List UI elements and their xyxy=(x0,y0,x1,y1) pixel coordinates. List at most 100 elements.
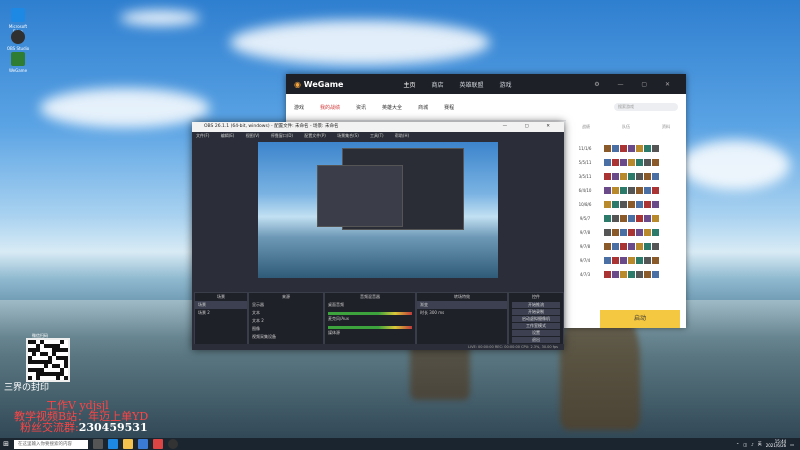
subnav-games[interactable]: 游戏 xyxy=(294,104,304,111)
item-icon xyxy=(620,229,627,236)
match-row[interactable]: 9/7/4 xyxy=(566,254,686,267)
match-row[interactable]: 5/5/11 xyxy=(566,156,686,169)
start-recording-button[interactable]: 开始录制 xyxy=(512,309,560,315)
input-language[interactable]: 英 xyxy=(758,441,762,447)
windows-start-icon[interactable]: ⊞ xyxy=(0,438,12,450)
header-team[interactable]: 队伍 xyxy=(622,124,630,130)
tab-games[interactable]: 游戏 xyxy=(500,80,512,89)
source-item[interactable]: 视频采集设备 xyxy=(249,333,323,341)
window-controls[interactable]: — ▢ ✕ xyxy=(503,122,558,132)
item-icon xyxy=(652,173,659,180)
tab-home[interactable]: 主页 xyxy=(403,80,415,89)
desktop-icon-wegame[interactable]: WeGame xyxy=(6,52,30,73)
obs-preview-canvas[interactable] xyxy=(258,142,498,278)
obs-taskbar-icon[interactable] xyxy=(168,439,178,449)
desktop-icon-label: WeGame xyxy=(8,68,28,73)
item-icon xyxy=(628,243,635,250)
subnav-mall[interactable]: 商城 xyxy=(418,104,428,111)
subnav-schedule[interactable]: 赛程 xyxy=(444,104,454,111)
network-icon[interactable]: ◫ xyxy=(743,442,747,447)
taskbar-search-input[interactable]: 在这里输入你要搜索的内容 xyxy=(14,439,88,449)
desktop-icon-obs[interactable]: OBS Studio xyxy=(6,30,30,51)
menu-view[interactable]: 视图(V) xyxy=(246,133,260,138)
match-row[interactable]: 9/7/8 xyxy=(566,226,686,239)
item-icon xyxy=(652,215,659,222)
match-row[interactable]: 10/8/6 xyxy=(566,198,686,211)
menu-file[interactable]: 文件(F) xyxy=(196,133,209,138)
item-icon xyxy=(644,201,651,208)
controls-dock: 控件 开始推流 开始录制 启动虚拟摄像机 工作室模式 设置 退出 xyxy=(508,292,564,348)
duration-input[interactable]: 300 ms xyxy=(429,310,444,315)
match-row[interactable]: 9/5/7 xyxy=(566,212,686,225)
subnav-news[interactable]: 资讯 xyxy=(356,104,366,111)
item-icon xyxy=(612,257,619,264)
notification-icon[interactable]: ▭ xyxy=(790,442,794,447)
item-build xyxy=(604,271,659,278)
source-item[interactable]: 图像 xyxy=(249,325,323,333)
item-build xyxy=(604,215,659,222)
source-item[interactable]: 文本 xyxy=(249,309,323,317)
wegame-taskbar-icon[interactable] xyxy=(153,439,163,449)
settings-button[interactable]: 设置 xyxy=(512,330,560,336)
cloud xyxy=(40,88,210,128)
qr-module xyxy=(64,364,68,368)
transition-select[interactable]: 渐变 xyxy=(417,301,507,309)
obs-statusbar: LIVE: 00:00:00 REC: 00:00:00 CPU: 2.3%, … xyxy=(192,344,564,350)
file-explorer-icon[interactable] xyxy=(123,439,133,449)
item-icon xyxy=(636,187,643,194)
menu-scene-collection[interactable]: 场景集合(S) xyxy=(337,133,359,138)
nested-preview xyxy=(317,148,464,230)
task-view-icon[interactable] xyxy=(93,439,103,449)
item-icon xyxy=(652,257,659,264)
item-icon xyxy=(604,159,611,166)
tab-store[interactable]: 商店 xyxy=(432,80,444,89)
item-icon xyxy=(636,201,643,208)
qr-module xyxy=(60,340,64,344)
wegame-search-input[interactable]: 搜索游戏 xyxy=(614,103,678,111)
system-tray: ⌃ ◫ ♪ 英 15:44 2021/6/26 ▭ xyxy=(736,439,800,449)
wegame-icon xyxy=(11,52,25,66)
item-icon xyxy=(620,187,627,194)
item-icon xyxy=(644,173,651,180)
match-kda: 9/7/8 xyxy=(579,230,591,235)
volume-icon[interactable]: ♪ xyxy=(751,442,754,447)
store-icon[interactable] xyxy=(138,439,148,449)
match-row[interactable]: 6/4/10 xyxy=(566,184,686,197)
window-controls[interactable]: ⚙ — ▢ ✕ xyxy=(594,81,678,88)
clock[interactable]: 15:44 2021/6/26 xyxy=(766,439,787,449)
item-icon xyxy=(636,159,643,166)
exit-button[interactable]: 退出 xyxy=(512,337,560,343)
header-record[interactable]: 战绩 xyxy=(582,124,590,130)
source-item[interactable]: 显示器 xyxy=(249,301,323,309)
item-icon xyxy=(628,159,635,166)
scene-item[interactable]: 场景 2 xyxy=(195,309,247,317)
edge-icon[interactable] xyxy=(108,439,118,449)
header-profile[interactable]: 资料 xyxy=(662,124,670,130)
match-row[interactable]: 3/5/11 xyxy=(566,170,686,183)
item-icon xyxy=(628,257,635,264)
menu-profile[interactable]: 配置文件(P) xyxy=(304,133,326,138)
tab-lol[interactable]: 英雄联盟 xyxy=(460,80,484,89)
menu-help[interactable]: 帮助(H) xyxy=(395,133,409,138)
start-game-button[interactable]: 启动 xyxy=(600,310,680,328)
start-streaming-button[interactable]: 开始推流 xyxy=(512,302,560,308)
match-history-header: 战绩 队伍 资料 xyxy=(566,120,686,130)
item-icon xyxy=(604,257,611,264)
scene-item[interactable]: 场景 xyxy=(195,301,247,309)
subnav-heroes[interactable]: 英雄大全 xyxy=(382,104,402,111)
match-kda: 9/7/8 xyxy=(579,244,591,249)
studio-mode-button[interactable]: 工作室模式 xyxy=(512,323,560,329)
obs-icon xyxy=(11,30,25,44)
match-kda: 11/1/6 xyxy=(578,146,592,151)
menu-docks[interactable]: 停靠窗口(D) xyxy=(271,133,293,138)
menu-tools[interactable]: 工具(T) xyxy=(370,133,384,138)
menu-edit[interactable]: 编辑(E) xyxy=(221,133,235,138)
match-row[interactable]: 4/7/3 xyxy=(566,268,686,281)
source-item[interactable]: 文本 2 xyxy=(249,317,323,325)
virtual-camera-button[interactable]: 启动虚拟摄像机 xyxy=(512,316,560,322)
chevron-up-icon[interactable]: ⌃ xyxy=(736,442,739,447)
match-row[interactable]: 11/1/6 xyxy=(566,142,686,155)
match-row[interactable]: 9/7/8 xyxy=(566,240,686,253)
subnav-my-record[interactable]: 我的战绩 xyxy=(320,104,340,111)
item-build xyxy=(604,145,659,152)
